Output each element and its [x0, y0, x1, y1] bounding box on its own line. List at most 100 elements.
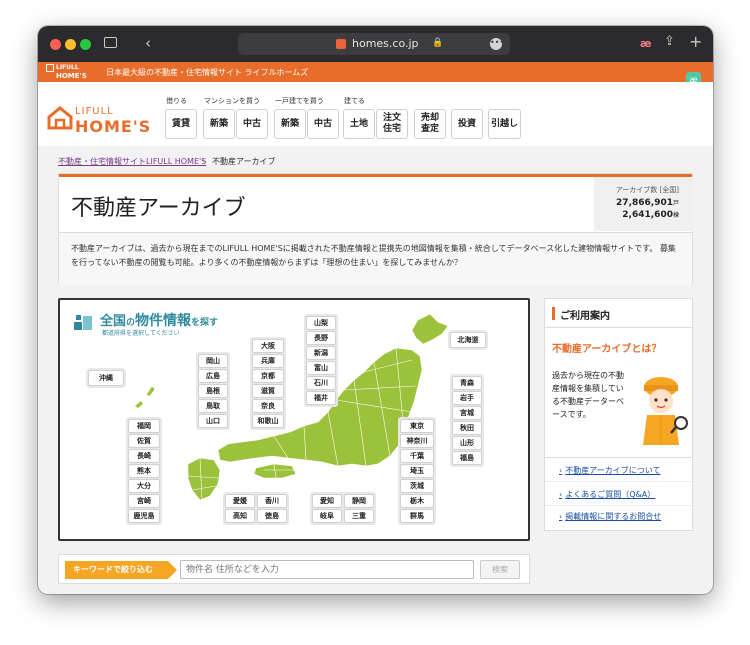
pref-kanagawa-button[interactable]: 神奈川 [400, 434, 434, 448]
pref-tochigi-button[interactable]: 栃木 [400, 494, 434, 508]
nav-mansion-new-button[interactable]: 新築 [203, 109, 235, 139]
pref-mie-button[interactable]: 三重 [344, 509, 374, 523]
usage-guide-panel: ご利用案内 不動産アーカイブとは？ 過去から現在の不動産情報を集積している不動産… [544, 298, 693, 531]
nav-mansion-used-button[interactable]: 中古 [236, 109, 268, 139]
pref-kagoshima-button[interactable]: 鹿児島 [128, 509, 160, 523]
link-arrow-icon: › [559, 466, 563, 475]
pref-hiroshima-button[interactable]: 広島 [198, 369, 228, 383]
nav-label-buy-house: 一戸建てを買う [275, 97, 324, 105]
keyword-search-button[interactable]: 検索 [480, 560, 520, 579]
pref-tokyo-button[interactable]: 東京 [400, 419, 434, 433]
pref-ishikawa-button[interactable]: 石川 [306, 376, 336, 390]
pref-kumamoto-button[interactable]: 熊本 [128, 464, 160, 478]
nav-sell-button[interactable]: 売却 査定 [414, 109, 446, 139]
nav-house-new-button[interactable]: 新築 [274, 109, 306, 139]
share-icon[interactable]: ⇪ [664, 35, 675, 48]
site-tagline: 日本最大級の不動産・住宅情報サイト ライフルホームズ [106, 68, 309, 77]
pref-kochi-button[interactable]: 高知 [225, 509, 255, 523]
extension-icon[interactable]: æ [640, 38, 652, 49]
pref-ibaraki-button[interactable]: 茨城 [400, 479, 434, 493]
top-logo-line1: LIFULL [56, 64, 79, 71]
top-bar-logo[interactable]: LIFULL HOME'S [46, 64, 87, 81]
guide-divider [545, 327, 692, 328]
pref-fukui-button[interactable]: 福井 [306, 391, 336, 405]
keyword-search-input[interactable] [180, 560, 474, 579]
sidebar-toggle-icon[interactable] [104, 37, 117, 48]
detective-mascot-icon [643, 377, 688, 445]
pref-aomori-button[interactable]: 青森 [452, 376, 482, 390]
pref-yamaguchi-button[interactable]: 山口 [198, 414, 228, 428]
link-arrow-icon: › [559, 490, 563, 499]
nav-custom-house-button[interactable]: 注文 住宅 [376, 109, 408, 139]
pref-hokkaido-button[interactable]: 北海道 [450, 332, 486, 348]
pref-yamanashi-button[interactable]: 山梨 [306, 316, 336, 330]
site-header: LIFULL HOME'S 借りる マンションを買う 一戸建てを買う 建てる 賃… [38, 82, 713, 146]
nav-label-rent: 借りる [166, 97, 187, 105]
breadcrumb-current: 不動産アーカイブ [212, 157, 276, 166]
pref-fukushima-button[interactable]: 福島 [452, 451, 482, 465]
address-bar[interactable]: homes.co.jp 🔒 ••• [238, 33, 510, 55]
pref-ehime-button[interactable]: 愛媛 [225, 494, 255, 508]
pref-gifu-button[interactable]: 岐阜 [312, 509, 342, 523]
guide-link-contact[interactable]: › 掲載情報に関するお問合せ [559, 511, 661, 522]
pref-gunma-button[interactable]: 群馬 [400, 509, 434, 523]
logo-top-text: LIFULL [75, 106, 114, 117]
guide-body: 過去から現在の不動産情報を集積している不動産データーベースです。 [552, 371, 624, 419]
pref-okayama-button[interactable]: 岡山 [198, 354, 228, 368]
pref-kagawa-button[interactable]: 香川 [257, 494, 287, 508]
new-tab-icon[interactable]: + [689, 34, 702, 50]
pref-hyogo-button[interactable]: 兵庫 [252, 354, 284, 368]
guide-link-about[interactable]: › 不動産アーカイブについて [559, 465, 660, 476]
pref-iwate-button[interactable]: 岩手 [452, 391, 482, 405]
chugoku-group: 岡山 広島 島根 鳥取 山口 [196, 352, 230, 430]
nav-moving-button[interactable]: 引越し [488, 109, 521, 139]
pref-fukuoka-button[interactable]: 福岡 [128, 419, 160, 433]
guide-link-faq[interactable]: › よくあるご質問（Q&A） [559, 489, 655, 500]
pref-tokushima-button[interactable]: 徳島 [257, 509, 287, 523]
logo-bottom-text: HOME'S [75, 117, 152, 136]
address-text: homes.co.jp [352, 37, 419, 50]
breadcrumb-home-link[interactable]: 不動産・住宅情報サイトLIFULL HOME'S [58, 156, 206, 167]
pref-aichi-button[interactable]: 愛知 [312, 494, 342, 508]
pref-shimane-button[interactable]: 島根 [198, 384, 228, 398]
pref-yamagata-button[interactable]: 山形 [452, 436, 482, 450]
pref-kyoto-button[interactable]: 京都 [252, 369, 284, 383]
pref-miyagi-button[interactable]: 宮城 [452, 406, 482, 420]
nav-land-button[interactable]: 土地 [343, 109, 375, 139]
zoom-window-button[interactable] [80, 39, 91, 50]
pref-oita-button[interactable]: 大分 [128, 479, 160, 493]
site-top-bar: LIFULL HOME'S 日本最大級の不動産・住宅情報サイト ライフルホームズ [38, 62, 713, 82]
pref-tottori-button[interactable]: 鳥取 [198, 399, 228, 413]
pref-toyama-button[interactable]: 富山 [306, 361, 336, 375]
pref-shizuoka-button[interactable]: 静岡 [344, 494, 374, 508]
keyword-search-panel: キーワードで絞り込む 検索 [58, 554, 530, 584]
pref-niigata-button[interactable]: 新潟 [306, 346, 336, 360]
nav-rent-button[interactable]: 賃貸 [165, 109, 197, 139]
pref-nagano-button[interactable]: 長野 [306, 331, 336, 345]
minimize-window-button[interactable] [65, 39, 76, 50]
close-window-button[interactable] [50, 39, 61, 50]
keyword-search-label: キーワードで絞り込む [65, 561, 177, 579]
pref-chiba-button[interactable]: 千葉 [400, 449, 434, 463]
home-logo-icon [46, 64, 54, 72]
pref-wakayama-button[interactable]: 和歌山 [252, 414, 284, 428]
pref-nara-button[interactable]: 奈良 [252, 399, 284, 413]
pref-nagasaki-button[interactable]: 長崎 [128, 449, 160, 463]
breadcrumb-separator: › [202, 156, 206, 165]
pref-akita-button[interactable]: 秋田 [452, 421, 482, 435]
more-options-icon[interactable]: ••• [490, 38, 504, 50]
pref-okinawa-button[interactable]: 沖縄 [88, 370, 124, 386]
pref-osaka-button[interactable]: 大阪 [252, 339, 284, 353]
archive-description: 不動産アーカイブは、過去から現在までのLIFULL HOME'Sに掲載された不動… [59, 232, 692, 285]
pref-saga-button[interactable]: 佐賀 [128, 434, 160, 448]
nav-invest-button[interactable]: 投資 [451, 109, 483, 139]
guide-links-divider [545, 457, 692, 458]
back-icon[interactable]: ‹ [145, 36, 151, 51]
pref-shiga-button[interactable]: 滋賀 [252, 384, 284, 398]
pref-saitama-button[interactable]: 埼玉 [400, 464, 434, 478]
browser-window: ‹ homes.co.jp 🔒 ••• æ ⇪ + LIFULL HOME'S 日… [38, 26, 713, 594]
pref-miyazaki-button[interactable]: 宮崎 [128, 494, 160, 508]
nav-label-buy-mansion: マンションを買う [204, 97, 260, 105]
nav-house-used-button[interactable]: 中古 [307, 109, 339, 139]
tohoku-group: 青森 岩手 宮城 秋田 山形 福島 [450, 374, 484, 467]
